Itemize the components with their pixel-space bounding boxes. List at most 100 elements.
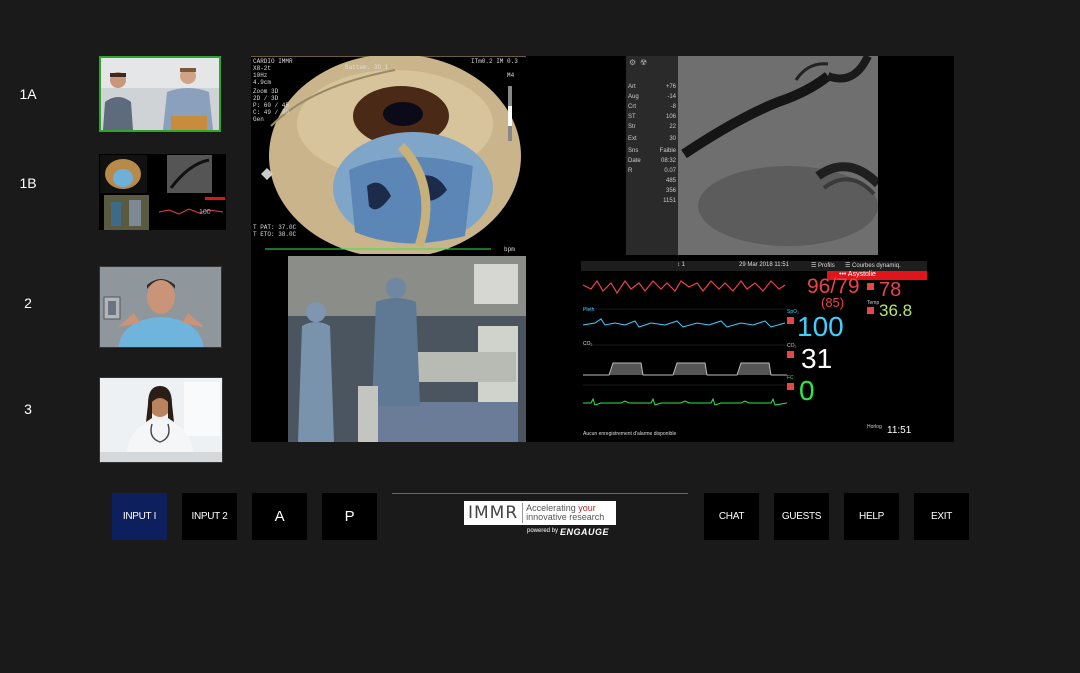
thumbnail-2-video[interactable] (99, 266, 222, 348)
hemo-value: 106 (665, 114, 676, 120)
hemo-value: +76 (665, 84, 676, 90)
hemo-value: 1151 (663, 198, 676, 204)
echo-3d-panel: CARDIO IMMR X8-2t 10Hz 4.9cm Battem. 3D … (251, 56, 526, 254)
fc-alarm-icon (787, 383, 794, 390)
echo-header-right: ITm0.2 IM 0.3 (471, 58, 518, 65)
a-button[interactable]: A (252, 493, 307, 540)
hemo-label: Sns (628, 148, 639, 154)
thumbnail-3-video[interactable] (99, 377, 223, 463)
p-button[interactable]: P (322, 493, 377, 540)
waveforms (582, 279, 788, 406)
participant-doctor-video-image (100, 378, 222, 462)
hemo-row: R 0.07 (628, 166, 676, 176)
guests-button[interactable]: GUESTS (774, 493, 829, 540)
exit-button[interactable]: EXIT (914, 493, 969, 540)
hemo-value: -8 (670, 104, 676, 110)
hemo-row: Date 08:32 (628, 156, 676, 166)
patient-monitor: ↕ 1 29 Mar 2018 11:51 ☰ Profils ☰ Courbe… (581, 261, 931, 442)
hemo-row: Crt -8 (628, 102, 676, 112)
hr-value: 78 (879, 279, 902, 301)
hemo-row: Sns Faible (628, 146, 676, 156)
monitor-courbes-tab[interactable]: ☰ Courbes dynamiq. (845, 262, 901, 269)
co2-label: CO₂ (787, 343, 797, 349)
immr-logo: IMMR Accelerating your innovative resear… (464, 501, 616, 525)
spo2-alarm-icon (787, 317, 794, 324)
hemo-row: 356 (628, 186, 676, 196)
echo-bpm-label: bpm (504, 246, 515, 253)
immr-tagline: Accelerating your innovative research (523, 504, 604, 522)
hemo-label: R (628, 168, 633, 174)
hemo-label: Aug (628, 94, 639, 100)
hemo-value: 356 (665, 188, 676, 194)
echo-probe: X8-2t (253, 65, 272, 72)
echo-temps: T PAT: 37.0C T ETO: 38.0C (253, 224, 296, 238)
hemo-sidebar: ⚙ ☢ Art +76 Aug -14 Crt -8 ST 106 Str 22 Ext 30 Sns F… (626, 56, 678, 255)
hemo-value: -14 (667, 94, 676, 100)
main-composite-view: CARDIO IMMR X8-2t 10Hz 4.9cm Battem. 3D … (251, 56, 954, 442)
hemo-value: Faible (659, 148, 676, 154)
powered-by-label: powered by (527, 528, 559, 534)
echo-header-left: CARDIO IMMR X8-2t 10Hz 4.9cm (253, 58, 293, 86)
co2-waveform (583, 362, 787, 376)
fluoroscopy-image (678, 56, 878, 255)
nibp-mean: (85) (821, 295, 845, 310)
participant-man-video-image (100, 267, 221, 347)
co2-alarm-icon (787, 351, 794, 358)
hr-alarm-icon (867, 283, 874, 290)
hemo-values-list: Art +76 Aug -14 Crt -8 ST 106 Str 22 Ext 30 Sns Faibl… (628, 82, 676, 206)
monitor-bed-value: 1 (681, 262, 686, 268)
monitor-bed-number: ↕ 1 (677, 262, 686, 268)
echo-p-line: P: 60 / 45 (253, 102, 290, 109)
echo-gen: Gen (253, 116, 264, 123)
engauge-logo-text: ENGAUGE (560, 527, 610, 537)
echo-tpat: T PAT: 37.0C (253, 224, 297, 231)
echo-zoom-settings: Zoom 3D 2D / 3D P: 60 / 45 C: 49 / 30 Ge… (253, 88, 289, 123)
echo-teto: T ETO: 38.0C (253, 231, 297, 238)
temp-label: Temp (867, 300, 880, 306)
echo-dims: 2D / 3D (253, 95, 279, 102)
echo-frequency: 10Hz (253, 72, 268, 79)
row-label-2: 2 (24, 295, 32, 311)
pleth-waveform (582, 318, 786, 328)
monitor-profile-tab[interactable]: ☰ Profils (811, 262, 835, 269)
hemo-label: Str (628, 124, 636, 130)
hemo-row: Art +76 (628, 82, 676, 92)
ecg-waveform (583, 397, 788, 406)
clock-label: Horlog (867, 424, 882, 430)
hemo-value: 485 (665, 178, 676, 184)
spo2-value: 100 (797, 311, 844, 342)
arterial-waveform (582, 279, 786, 295)
clock-value: 11:51 (887, 425, 912, 436)
co2-wave-label: CO₂ (583, 341, 593, 347)
hemo-value: 22 (669, 124, 676, 130)
echo-system-name: CARDIO IMMR (253, 58, 293, 65)
thumbnail-1a-video[interactable] (99, 56, 221, 132)
fluoroscopy-panel (678, 56, 878, 255)
fc-label: FC (787, 375, 794, 381)
input-2-button[interactable]: INPUT 2 (182, 493, 237, 540)
pleth-label: Pleth (583, 307, 595, 313)
thumbnail-1b-mosaic[interactable]: 100 (99, 154, 226, 230)
svg-text:100: 100 (199, 209, 211, 216)
tagline-part-2: innovative research (526, 512, 605, 522)
monitor-profile-label: Profils (818, 263, 835, 269)
two-people-video-image (101, 58, 219, 130)
etco2-value: 31 (801, 343, 833, 374)
echo-m4-label: M4 (507, 72, 515, 79)
hemo-label: Crt (628, 104, 636, 110)
row-label-3: 3 (24, 401, 32, 417)
radiation-icon: ☢ (640, 58, 648, 67)
input-1-button[interactable]: INPUT I (112, 493, 167, 540)
chat-button[interactable]: CHAT (704, 493, 759, 540)
immr-logo-text: IMMR (464, 503, 524, 523)
echo-c-line: C: 49 / 30 (253, 109, 290, 116)
hemo-row: 1151 (628, 196, 676, 206)
temp-alarm-icon (867, 307, 874, 314)
temp-value: 36.8 (879, 301, 913, 320)
echo-mode-title: Battem. 3D 1 (345, 64, 389, 71)
hemo-value: 30 (669, 136, 676, 142)
monitor-courbes-label: Courbes dynamiq. (852, 263, 901, 269)
help-button[interactable]: HELP (844, 493, 899, 540)
hemo-row: Aug -14 (628, 92, 676, 102)
hemo-row: Str 22 (628, 122, 676, 132)
